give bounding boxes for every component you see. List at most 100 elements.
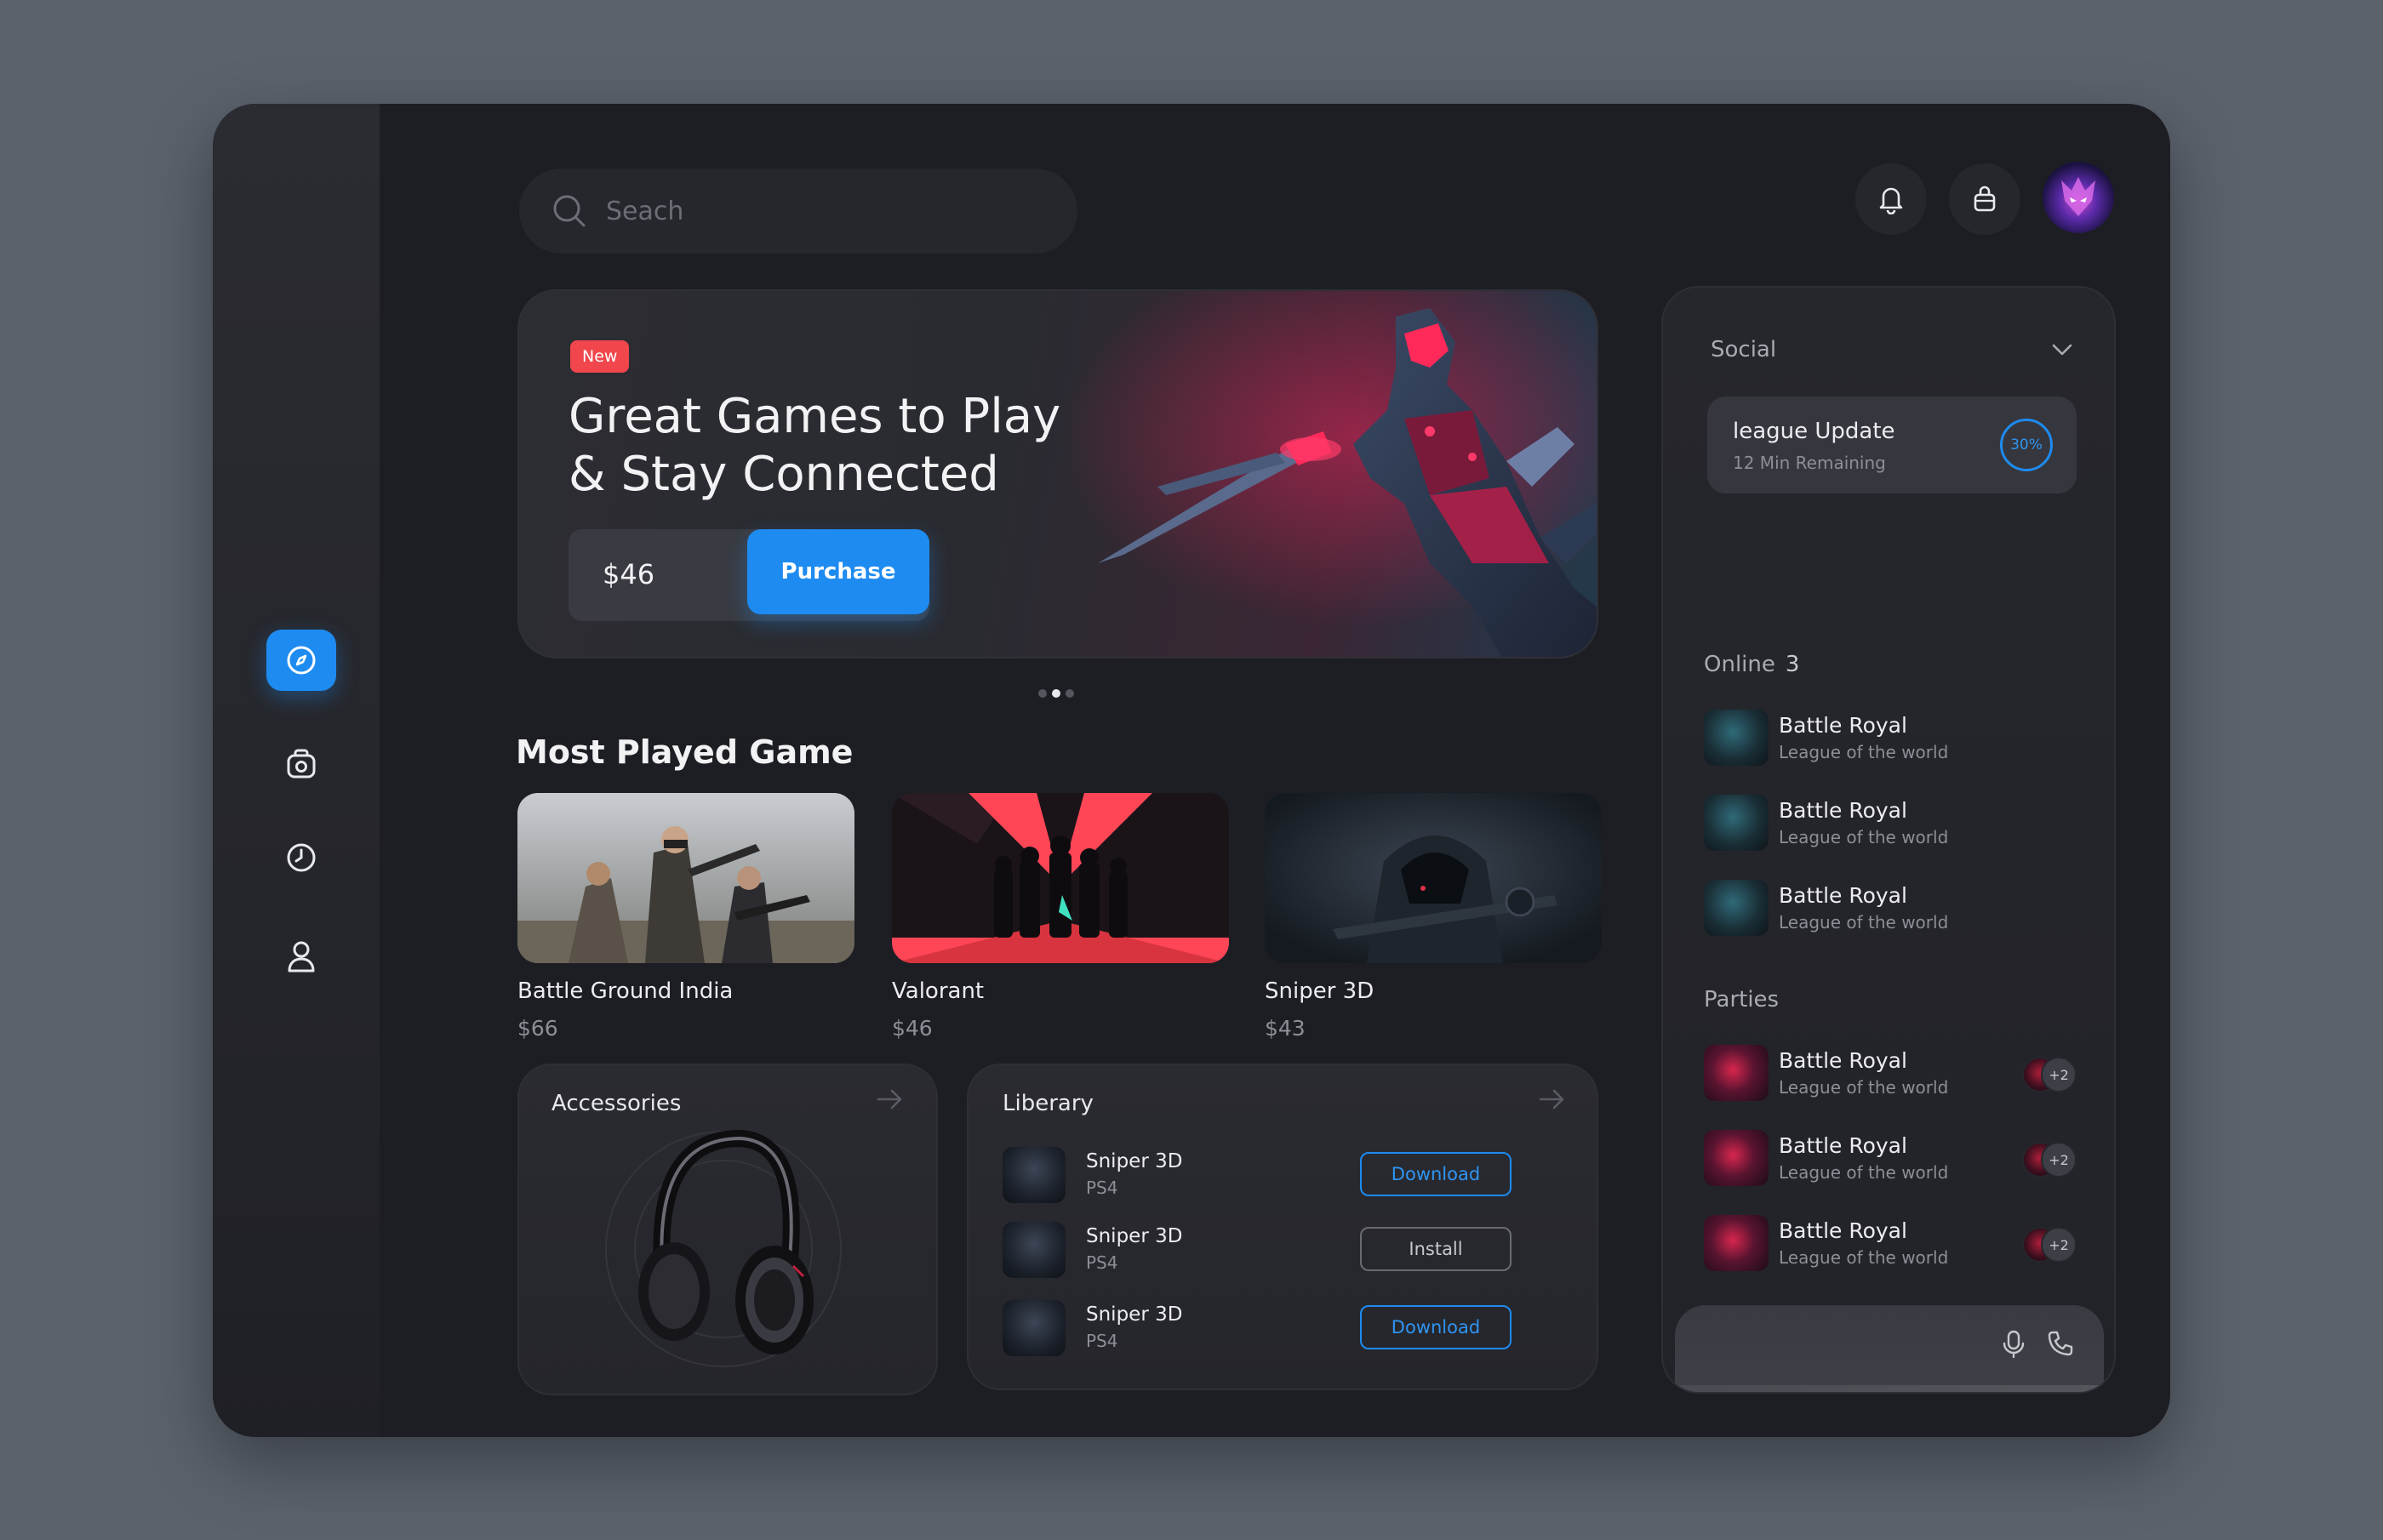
avatar-image (2061, 177, 2095, 216)
hero-title-line1: Great Games to Play (569, 389, 1061, 444)
game-thumbnail-sniper (1265, 793, 1602, 963)
hero-banner: New Great Games to Play & Stay Connected… (517, 289, 1598, 659)
update-progress-ring: 30% (2000, 419, 2053, 471)
chevron-down-icon[interactable] (2048, 335, 2077, 364)
hero-character-illustration (1030, 291, 1597, 657)
arrow-right-icon[interactable] (1535, 1082, 1569, 1116)
nav-store-button[interactable] (266, 733, 336, 795)
game-price: $43 (1265, 1016, 1306, 1041)
compass-icon (284, 643, 318, 677)
nav-history-button[interactable] (266, 827, 336, 888)
carousel-dot[interactable] (1038, 689, 1047, 698)
game-card[interactable]: Valorant $46 (892, 793, 1229, 1041)
game-card[interactable]: Battle Ground India $66 (517, 793, 854, 1041)
party-member-count: +2 (2041, 1142, 2077, 1178)
party-status: League of the world (1779, 1077, 1949, 1098)
party-avatar (1704, 1215, 1769, 1271)
user-icon (284, 938, 318, 974)
download-button[interactable]: Download (1360, 1305, 1512, 1349)
game-name: Valorant (892, 978, 985, 1004)
party-avatar (1704, 1130, 1769, 1186)
library-item-name: Sniper 3D (1086, 1150, 1183, 1172)
game-name: Battle Ground India (517, 978, 734, 1004)
party-item[interactable]: Battle Royal League of the world +2 (1704, 1215, 2078, 1275)
party-status: League of the world (1779, 1247, 1949, 1268)
app-window: New Great Games to Play & Stay Connected… (213, 104, 2170, 1437)
accessories-title: Accessories (551, 1091, 682, 1116)
carousel-dot-active[interactable] (1052, 689, 1060, 698)
cart-button[interactable] (1949, 163, 2020, 235)
headphones-image (605, 1129, 842, 1367)
arrow-right-icon[interactable] (873, 1082, 907, 1116)
online-friend-item[interactable]: Battle Royal League of the world (1704, 880, 2078, 939)
game-card[interactable]: Sniper 3D $43 (1265, 793, 1602, 1041)
party-name: Battle Royal (1779, 1218, 1907, 1243)
camera-icon (283, 746, 319, 782)
party-avatar (1704, 1045, 1769, 1101)
user-avatar[interactable] (2043, 162, 2114, 233)
game-thumbnail-valorant (892, 793, 1229, 963)
bell-icon (1877, 184, 1906, 214)
friend-status: League of the world (1779, 912, 1949, 933)
online-friend-item[interactable]: Battle Royal League of the world (1704, 795, 2078, 854)
library-panel: Liberary Sniper 3D PS4 Download Sniper 3… (967, 1064, 1598, 1390)
message-input-area (1675, 1385, 2104, 1392)
carousel-dot[interactable] (1066, 689, 1074, 698)
nav-explore-button[interactable] (266, 630, 336, 691)
hero-title: Great Games to Play & Stay Connected (569, 388, 1096, 504)
microphone-icon[interactable] (2000, 1329, 2027, 1360)
library-title: Liberary (1003, 1091, 1094, 1116)
friend-status: League of the world (1779, 742, 1949, 762)
library-thumbnail (1003, 1222, 1066, 1278)
purchase-button[interactable]: Purchase (747, 529, 929, 614)
carousel-indicator (1038, 689, 1074, 698)
new-badge: New (570, 340, 630, 373)
sidebar (213, 104, 380, 1437)
online-count: 3 (1785, 652, 1800, 677)
game-price: $46 (892, 1016, 933, 1041)
friend-name: Battle Royal (1779, 713, 1907, 738)
notifications-button[interactable] (1855, 163, 1927, 235)
library-thumbnail (1003, 1300, 1066, 1356)
party-item[interactable]: Battle Royal League of the world +2 (1704, 1130, 2078, 1189)
price-box: $46 Purchase (569, 529, 929, 621)
game-price: $66 (517, 1016, 558, 1041)
parties-label: Parties (1704, 987, 1780, 1012)
party-name: Battle Royal (1779, 1048, 1907, 1073)
hero-price: $46 (603, 558, 655, 590)
clock-icon (284, 841, 318, 875)
phone-icon[interactable] (2046, 1329, 2075, 1358)
friend-name: Battle Royal (1779, 883, 1907, 908)
search-bar[interactable] (519, 168, 1077, 254)
library-item-name: Sniper 3D (1086, 1303, 1183, 1326)
game-thumbnail-battleground (517, 793, 854, 963)
library-thumbnail (1003, 1147, 1066, 1203)
party-item[interactable]: Battle Royal League of the world +2 (1704, 1045, 2078, 1104)
online-friend-item[interactable]: Battle Royal League of the world (1704, 710, 2078, 769)
most-played-title: Most Played Game (516, 733, 854, 771)
social-panel: Social league Update 12 Min Remaining 30… (1661, 286, 2116, 1394)
friend-avatar (1704, 710, 1769, 766)
friend-name: Battle Royal (1779, 798, 1907, 823)
library-item: Sniper 3D PS4 Install (1003, 1222, 1598, 1281)
library-item-platform: PS4 (1086, 1178, 1118, 1198)
friend-avatar (1704, 880, 1769, 936)
friend-avatar (1704, 795, 1769, 851)
accessories-panel[interactable]: Accessories (517, 1064, 938, 1395)
install-button[interactable]: Install (1360, 1227, 1512, 1271)
friend-status: League of the world (1779, 827, 1949, 847)
nav-profile-button[interactable] (266, 926, 336, 987)
online-label: Online (1704, 652, 1775, 677)
online-header: Online 3 (1704, 652, 1799, 677)
party-status: League of the world (1779, 1162, 1949, 1183)
search-input[interactable] (606, 196, 1049, 226)
party-name: Battle Royal (1779, 1133, 1907, 1158)
party-member-count: +2 (2041, 1227, 2077, 1263)
library-item-name: Sniper 3D (1086, 1225, 1183, 1247)
league-update-card[interactable]: league Update 12 Min Remaining 30% (1707, 396, 2077, 493)
library-item-platform: PS4 (1086, 1331, 1118, 1351)
search-icon (551, 193, 587, 229)
download-button[interactable]: Download (1360, 1152, 1512, 1196)
library-item-platform: PS4 (1086, 1252, 1118, 1273)
library-item: Sniper 3D PS4 Download (1003, 1300, 1598, 1360)
